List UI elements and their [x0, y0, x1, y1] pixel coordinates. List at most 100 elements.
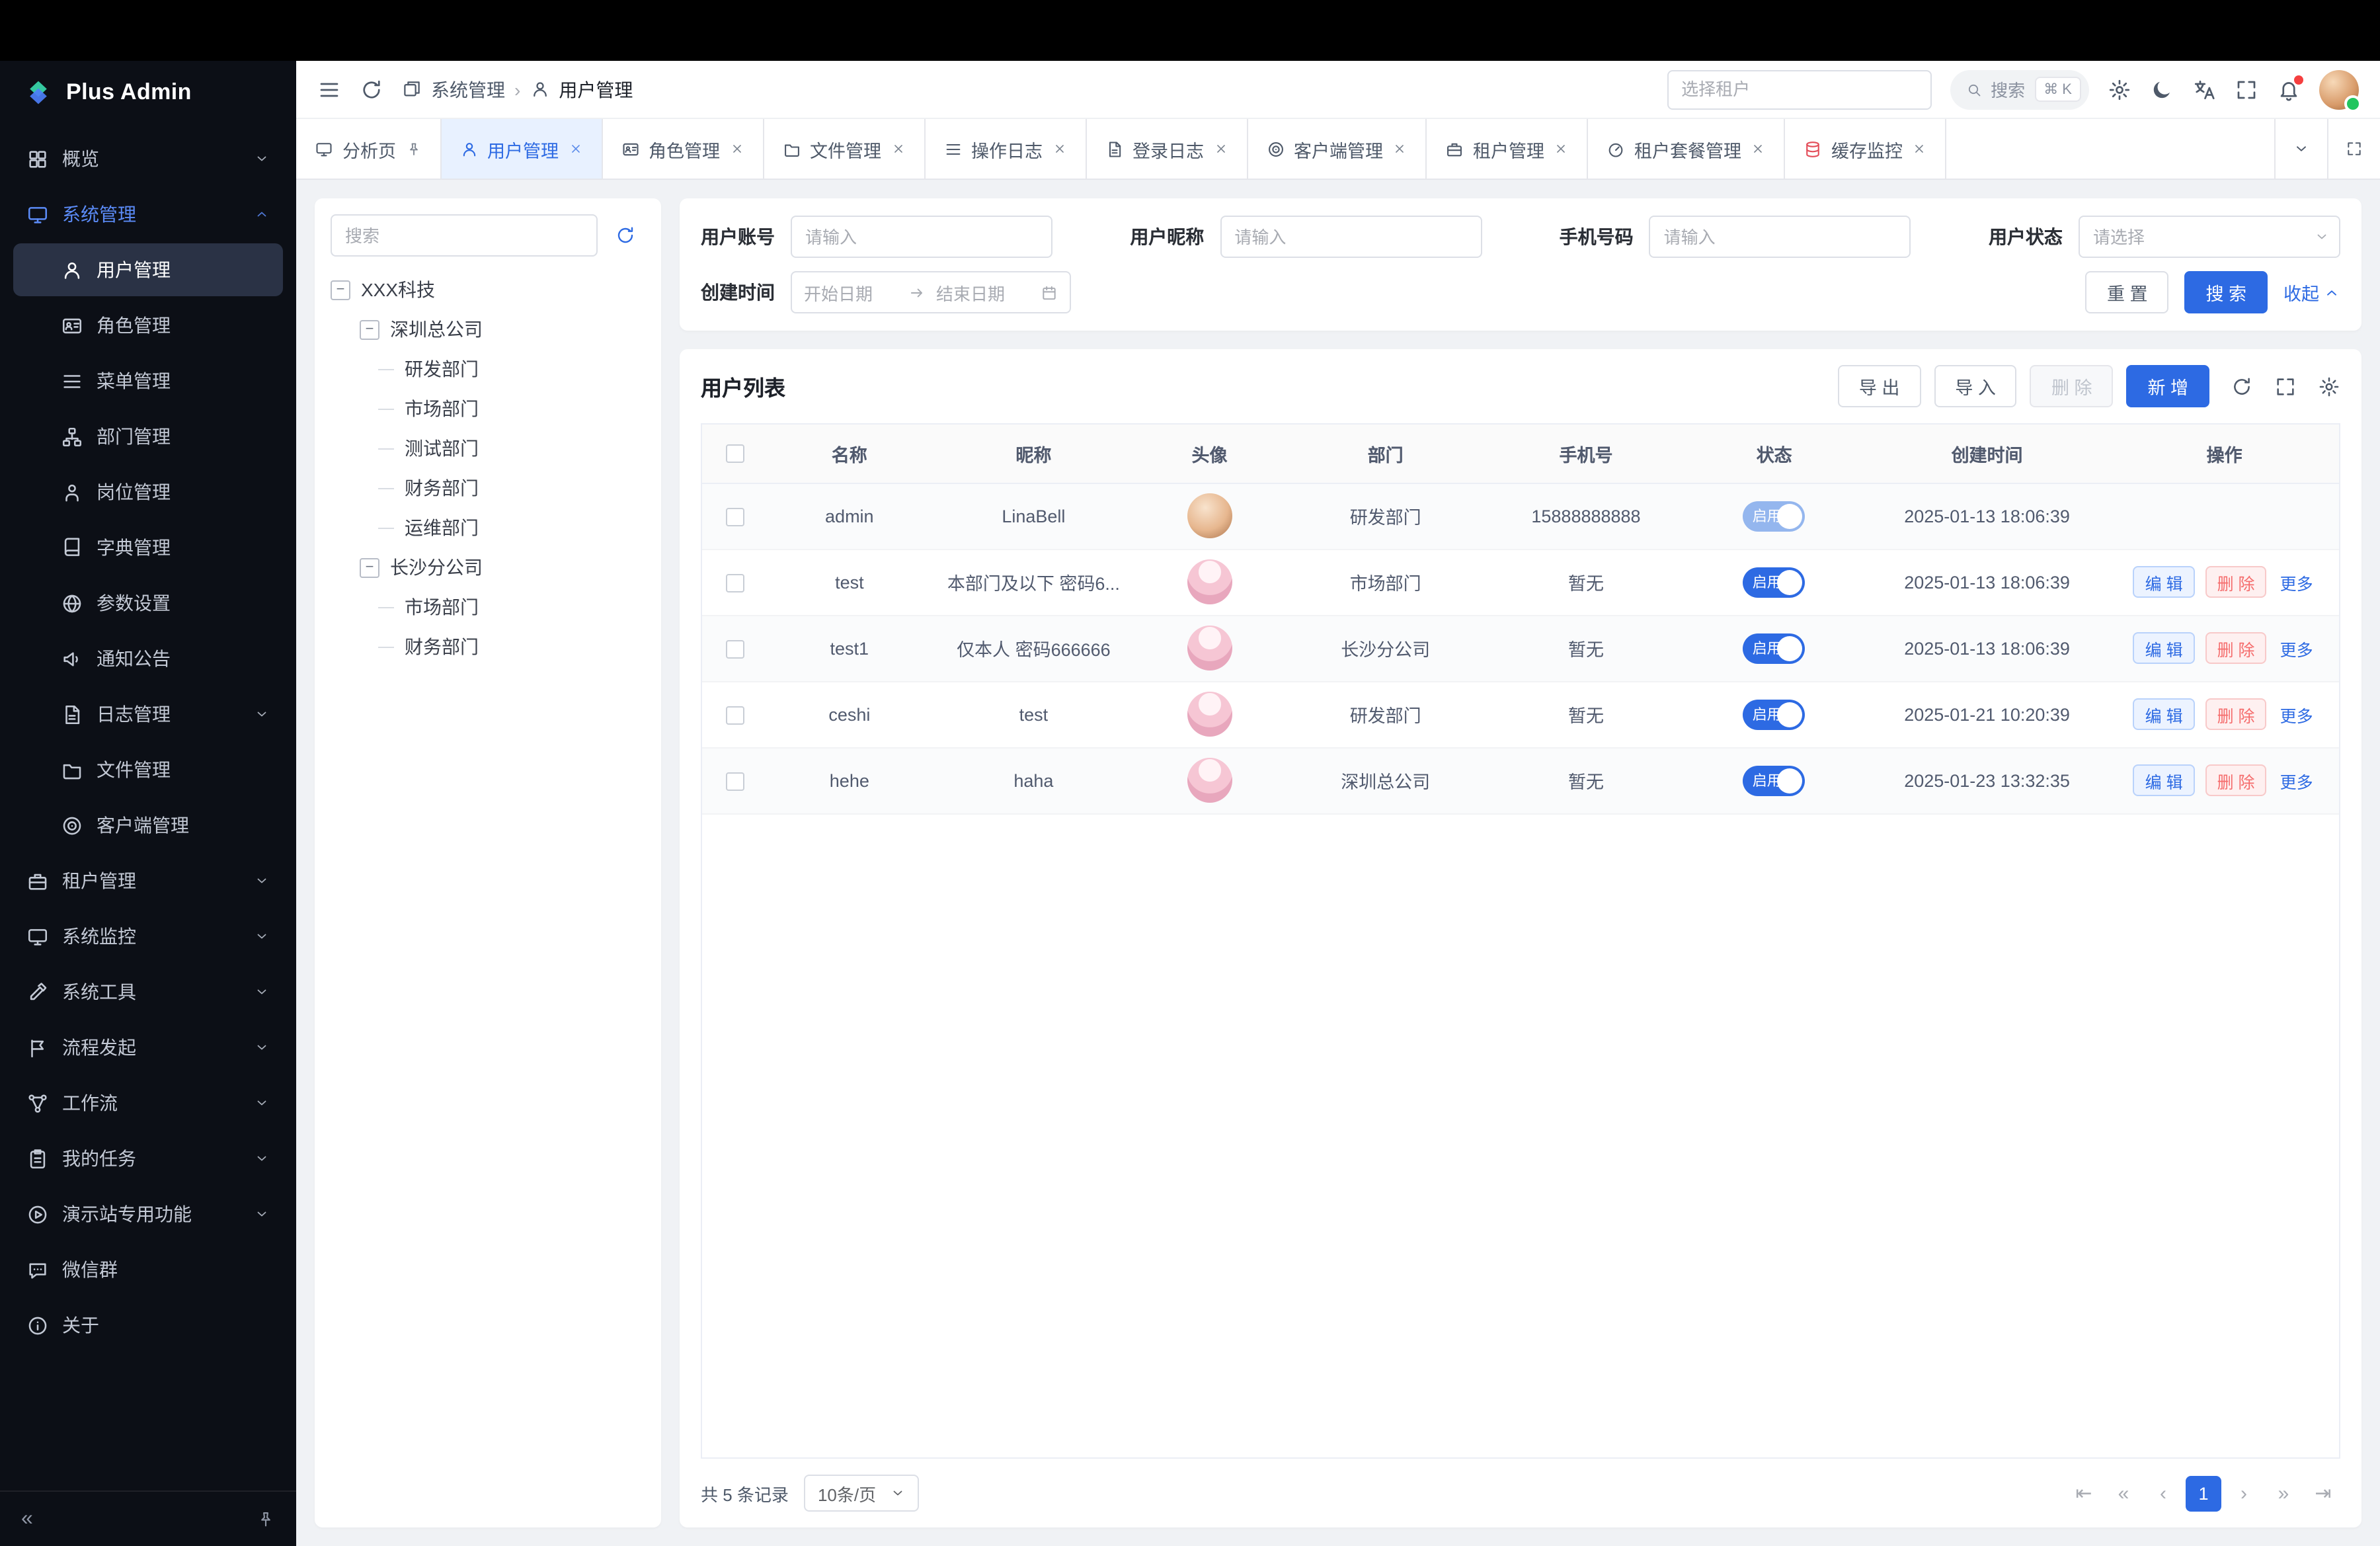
current-page[interactable]: 1: [2186, 1475, 2221, 1511]
reset-button[interactable]: 重 置: [2086, 271, 2169, 313]
row-checkbox[interactable]: [726, 772, 744, 790]
edit-button[interactable]: 编 辑: [2133, 698, 2195, 730]
filter-account-input[interactable]: [791, 216, 1052, 258]
edit-button[interactable]: 编 辑: [2133, 566, 2195, 598]
tree-node[interactable]: − 测试部门: [331, 428, 645, 468]
close-icon[interactable]: [1912, 142, 1926, 156]
sidebar-item[interactable]: 系统工具: [13, 965, 283, 1018]
tree-node[interactable]: − 长沙分公司: [331, 548, 645, 587]
sidebar-item[interactable]: 工作流: [13, 1077, 283, 1129]
sidebar-item[interactable]: 用户管理: [13, 243, 283, 296]
close-icon[interactable]: [1554, 142, 1568, 156]
tree-node[interactable]: − 研发部门: [331, 349, 645, 389]
page-size-select[interactable]: 10条/页: [805, 1475, 918, 1512]
tree-node[interactable]: − 市场部门: [331, 587, 645, 627]
tab[interactable]: 角色管理: [602, 119, 764, 179]
jump-back-button[interactable]: «: [2106, 1475, 2141, 1512]
collapse-sidebar-button[interactable]: «: [21, 1507, 33, 1531]
tree-search-input[interactable]: [331, 214, 598, 257]
tab[interactable]: 操作日志: [925, 119, 1086, 179]
tree-node[interactable]: − 财务部门: [331, 627, 645, 667]
breadcrumb-system[interactable]: 系统管理: [431, 76, 505, 102]
delete-button[interactable]: 删 除: [2205, 764, 2267, 796]
more-button[interactable]: 更多: [2278, 698, 2316, 730]
sidebar-item[interactable]: 演示站专用功能: [13, 1188, 283, 1241]
tree-node[interactable]: − 财务部门: [331, 468, 645, 508]
status-toggle[interactable]: 启用: [1743, 501, 1805, 531]
next-page-button[interactable]: ›: [2227, 1475, 2261, 1512]
status-toggle[interactable]: 启用: [1743, 699, 1805, 729]
tab[interactable]: 客户端管理: [1248, 119, 1427, 179]
row-checkbox[interactable]: [726, 573, 744, 592]
sidebar-item[interactable]: 我的任务: [13, 1132, 283, 1185]
filter-phone-input[interactable]: [1649, 216, 1911, 258]
tenant-select[interactable]: [1667, 69, 1931, 109]
status-toggle[interactable]: 启用: [1743, 633, 1805, 663]
delete-button[interactable]: 删 除: [2205, 566, 2267, 598]
filter-status-select[interactable]: [2079, 216, 2340, 258]
batch-delete-button[interactable]: 删 除: [2030, 365, 2114, 407]
sidebar-item[interactable]: 微信群: [13, 1243, 283, 1296]
tree-node[interactable]: − 市场部门: [331, 389, 645, 428]
sidebar-item[interactable]: 菜单管理: [13, 354, 283, 407]
import-button[interactable]: 导 入: [1934, 365, 2017, 407]
first-page-button[interactable]: ⇤: [2067, 1475, 2101, 1512]
sidebar-item[interactable]: 角色管理: [13, 299, 283, 352]
tree-collapse-icon[interactable]: −: [331, 280, 350, 300]
settings-icon[interactable]: [2108, 77, 2131, 101]
sidebar-item[interactable]: 通知公告: [13, 632, 283, 685]
close-icon[interactable]: [1052, 142, 1066, 156]
sidebar-item[interactable]: 租户管理: [13, 854, 283, 907]
sidebar-item[interactable]: 日志管理: [13, 688, 283, 741]
filter-daterange[interactable]: 开始日期 结束日期: [791, 271, 1071, 313]
tree-collapse-icon[interactable]: −: [360, 319, 379, 339]
sidebar-item[interactable]: 系统监控: [13, 910, 283, 963]
tab[interactable]: 租户套餐管理: [1588, 119, 1785, 179]
close-icon[interactable]: [1392, 142, 1407, 156]
more-button[interactable]: 更多: [2278, 632, 2316, 664]
tree-refresh-button[interactable]: [606, 216, 645, 255]
hamburger-icon[interactable]: [317, 77, 341, 101]
edit-button[interactable]: 编 辑: [2133, 632, 2195, 664]
refresh-list-icon[interactable]: [2231, 375, 2253, 397]
jump-forward-button[interactable]: »: [2266, 1475, 2301, 1512]
sidebar-item[interactable]: 流程发起: [13, 1021, 283, 1074]
notifications-button[interactable]: [2277, 77, 2301, 101]
tree-node[interactable]: − XXX科技: [331, 270, 645, 309]
dark-mode-icon[interactable]: [2150, 77, 2174, 101]
sidebar-item[interactable]: 部门管理: [13, 410, 283, 463]
sidebar-item[interactable]: 文件管理: [13, 743, 283, 796]
row-checkbox[interactable]: [726, 706, 744, 724]
sidebar-item[interactable]: 关于: [13, 1299, 283, 1352]
refresh-page-icon[interactable]: [360, 77, 383, 101]
sidebar-item[interactable]: 参数设置: [13, 577, 283, 630]
tree-node[interactable]: − 运维部门: [331, 508, 645, 548]
delete-button[interactable]: 删 除: [2205, 698, 2267, 730]
row-checkbox[interactable]: [726, 639, 744, 658]
tab-fullscreen-button[interactable]: [2327, 119, 2380, 179]
sidebar-item[interactable]: 岗位管理: [13, 466, 283, 518]
tab[interactable]: 租户管理: [1427, 119, 1588, 179]
tab[interactable]: 缓存监控: [1785, 119, 1946, 179]
tree-collapse-icon[interactable]: −: [360, 557, 379, 577]
collapse-filter-link[interactable]: 收起: [2283, 279, 2340, 305]
delete-button[interactable]: 删 除: [2205, 632, 2267, 664]
tenant-select-input[interactable]: [1667, 69, 1931, 109]
column-settings-icon[interactable]: [2318, 375, 2340, 397]
tab[interactable]: 分析页: [296, 119, 441, 179]
close-icon[interactable]: [1213, 142, 1228, 156]
sidebar-item[interactable]: 概览: [13, 132, 283, 185]
last-page-button[interactable]: ⇥: [2306, 1475, 2340, 1512]
sidebar-item[interactable]: 字典管理: [13, 521, 283, 574]
tab[interactable]: 登录日志: [1086, 119, 1248, 179]
more-button[interactable]: 更多: [2278, 764, 2316, 796]
language-icon[interactable]: [2192, 77, 2216, 101]
sidebar-item[interactable]: 客户端管理: [13, 799, 283, 852]
search-button[interactable]: 搜 索: [2184, 271, 2268, 313]
pin-icon[interactable]: [257, 1510, 275, 1528]
export-button[interactable]: 导 出: [1838, 365, 1921, 407]
expand-card-icon[interactable]: [2274, 375, 2297, 397]
tab-dropdown-button[interactable]: [2274, 119, 2327, 179]
user-avatar[interactable]: [2319, 69, 2359, 109]
row-checkbox[interactable]: [726, 507, 744, 526]
